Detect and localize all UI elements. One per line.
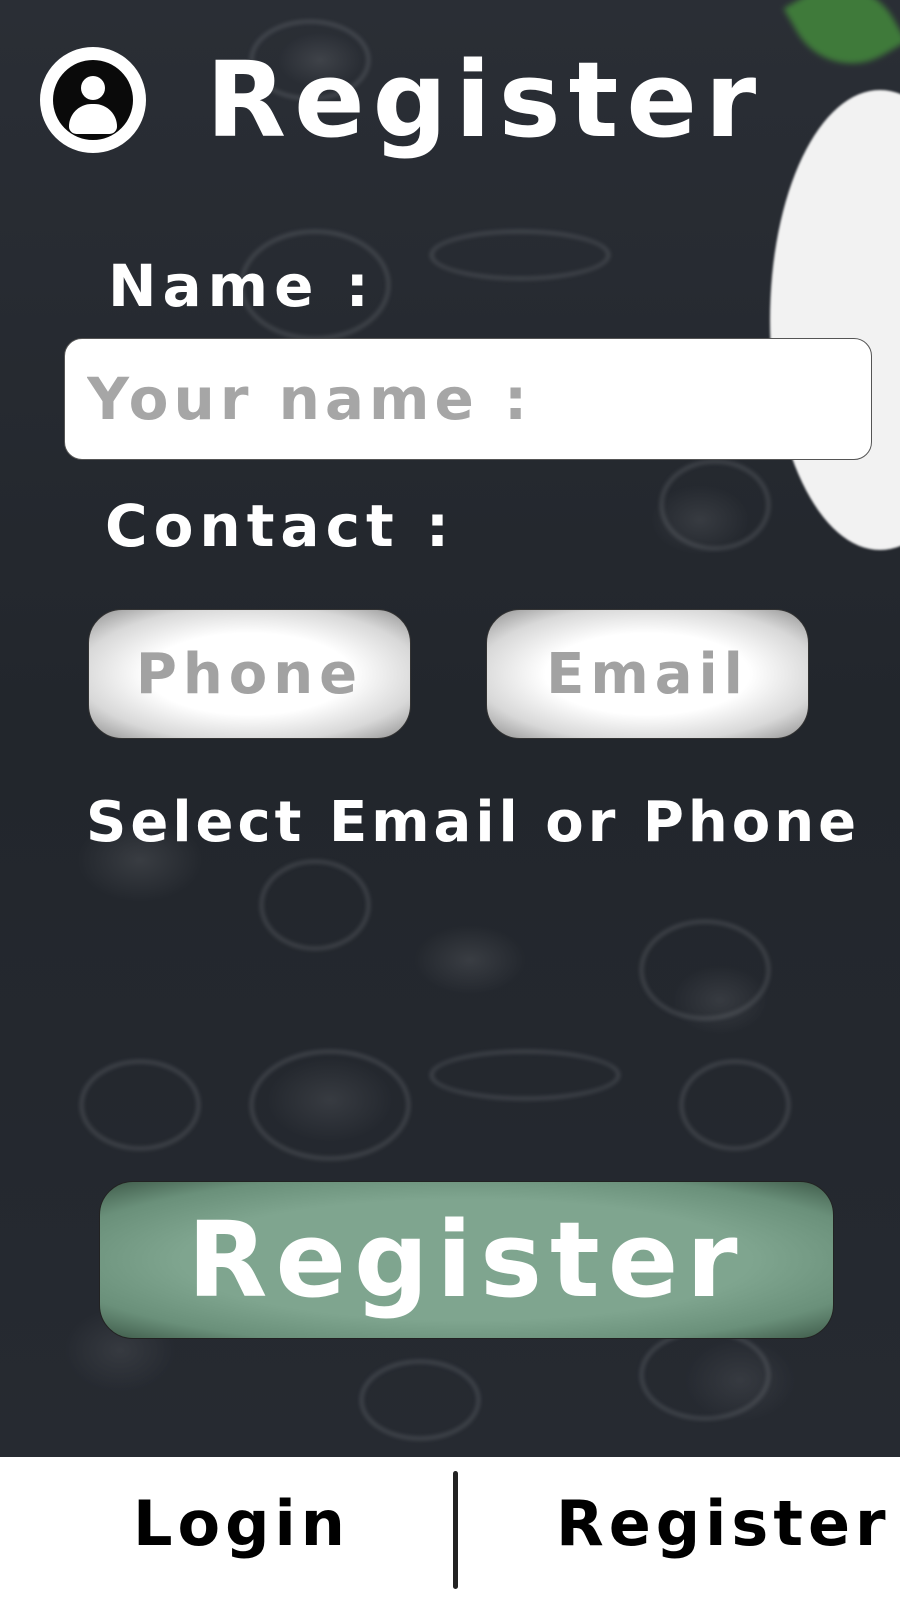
contact-hint: Select Email or Phone bbox=[86, 790, 861, 855]
nav-login-tab[interactable]: Login bbox=[133, 1487, 350, 1560]
bottom-nav: Login Register bbox=[0, 1457, 900, 1600]
phone-option-button[interactable]: Phone bbox=[88, 609, 411, 739]
register-button-label: Register bbox=[187, 1199, 746, 1321]
account-circle-icon bbox=[40, 47, 146, 153]
page-title: Register bbox=[206, 39, 765, 161]
nav-divider bbox=[453, 1471, 458, 1589]
email-option-label: Email bbox=[546, 641, 749, 707]
phone-option-label: Phone bbox=[135, 641, 364, 707]
nav-register-tab[interactable]: Register bbox=[556, 1487, 891, 1560]
register-button[interactable]: Register bbox=[99, 1181, 834, 1339]
header: Register bbox=[40, 45, 764, 155]
name-input[interactable] bbox=[64, 338, 872, 460]
email-option-button[interactable]: Email bbox=[486, 609, 809, 739]
contact-label: Contact : bbox=[105, 492, 456, 560]
name-label: Name : bbox=[108, 252, 375, 320]
